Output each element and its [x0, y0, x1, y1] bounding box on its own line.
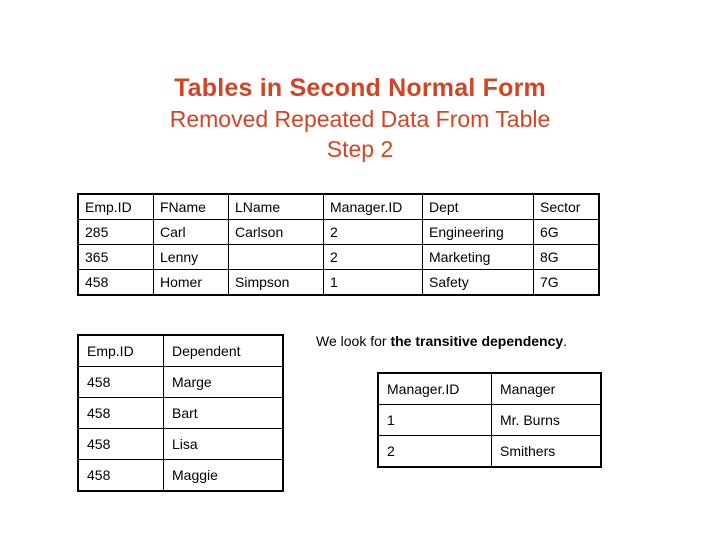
column-header-managerid: Manager.ID [377, 372, 492, 405]
cell-dependent: Bart [163, 397, 284, 429]
title-line-1: Tables in Second Normal Form [174, 74, 546, 102]
note-prefix: We look for [316, 333, 391, 349]
manager-table: Manager.ID Manager 1 Mr. Burns 2 Smither… [377, 372, 602, 468]
cell-fname: Carl [153, 219, 229, 245]
cell-dependent: Marge [163, 366, 284, 398]
title-line-2: Removed Repeated Data From Table [169, 106, 551, 132]
page-title: Tables in Second Normal Form Removed Rep… [0, 72, 720, 164]
column-header-empid: Emp.ID [77, 334, 164, 367]
slide: Tables in Second Normal Form Removed Rep… [0, 0, 720, 540]
cell-empid: 458 [77, 366, 164, 398]
cell-lname: Carlson [228, 219, 324, 245]
table-row: 285 Carl Carlson 2 Engineering 6G [77, 219, 600, 245]
column-header-dependent: Dependent [163, 334, 284, 367]
table-row: 458 Marge [77, 366, 284, 398]
cell-fname: Lenny [153, 244, 229, 270]
table-header-row: Manager.ID Manager [377, 372, 602, 405]
cell-dept: Engineering [422, 219, 534, 245]
column-header-fname: FName [153, 193, 229, 220]
transitive-dependency-note: We look for the transitive dependency. [316, 332, 567, 351]
dependent-table-container: Emp.ID Dependent 458 Marge 458 Bart 458 … [77, 334, 284, 492]
cell-sector: 6G [533, 219, 600, 245]
cell-empid: 458 [77, 459, 164, 492]
manager-table-container: Manager.ID Manager 1 Mr. Burns 2 Smither… [377, 372, 602, 468]
cell-managerid: 2 [323, 219, 423, 245]
column-header-empid: Emp.ID [77, 193, 154, 220]
table-row: 458 Bart [77, 397, 284, 429]
cell-sector: 8G [533, 244, 600, 270]
cell-dept: Safety [422, 269, 534, 296]
note-suffix: . [563, 333, 568, 349]
column-header-managerid: Manager.ID [323, 193, 423, 220]
cell-managerid: 1 [377, 404, 492, 436]
table-row: 365 Lenny 2 Marketing 8G [77, 244, 600, 270]
table-header-row: Emp.ID Dependent [77, 334, 284, 367]
column-header-manager: Manager [491, 372, 602, 405]
cell-empid: 458 [77, 269, 154, 296]
cell-fname: Homer [153, 269, 229, 296]
dependent-table: Emp.ID Dependent 458 Marge 458 Bart 458 … [77, 334, 284, 492]
cell-lname [228, 244, 324, 270]
cell-sector: 7G [533, 269, 600, 296]
cell-manager: Smithers [491, 435, 602, 468]
employee-table-container: Emp.ID FName LName Manager.ID Dept Secto… [77, 193, 600, 296]
table-row: 1 Mr. Burns [377, 404, 602, 436]
cell-dependent: Lisa [163, 428, 284, 460]
column-header-lname: LName [228, 193, 324, 220]
cell-manager: Mr. Burns [491, 404, 602, 436]
table-row: 2 Smithers [377, 435, 602, 468]
column-header-dept: Dept [422, 193, 534, 220]
column-header-sector: Sector [533, 193, 600, 220]
cell-dept: Marketing [422, 244, 534, 270]
cell-dependent: Maggie [163, 459, 284, 492]
cell-managerid: 1 [323, 269, 423, 296]
table-header-row: Emp.ID FName LName Manager.ID Dept Secto… [77, 193, 600, 220]
cell-empid: 458 [77, 428, 164, 460]
employee-table: Emp.ID FName LName Manager.ID Dept Secto… [77, 193, 600, 296]
cell-empid: 365 [77, 244, 154, 270]
note-emphasis: the transitive dependency [390, 333, 564, 349]
table-row: 458 Maggie [77, 459, 284, 492]
title-line-3: Step 2 [326, 136, 394, 162]
cell-lname: Simpson [228, 269, 324, 296]
table-row: 458 Lisa [77, 428, 284, 460]
cell-managerid: 2 [377, 435, 492, 468]
table-row: 458 Homer Simpson 1 Safety 7G [77, 269, 600, 296]
cell-empid: 285 [77, 219, 154, 245]
cell-empid: 458 [77, 397, 164, 429]
cell-managerid: 2 [323, 244, 423, 270]
